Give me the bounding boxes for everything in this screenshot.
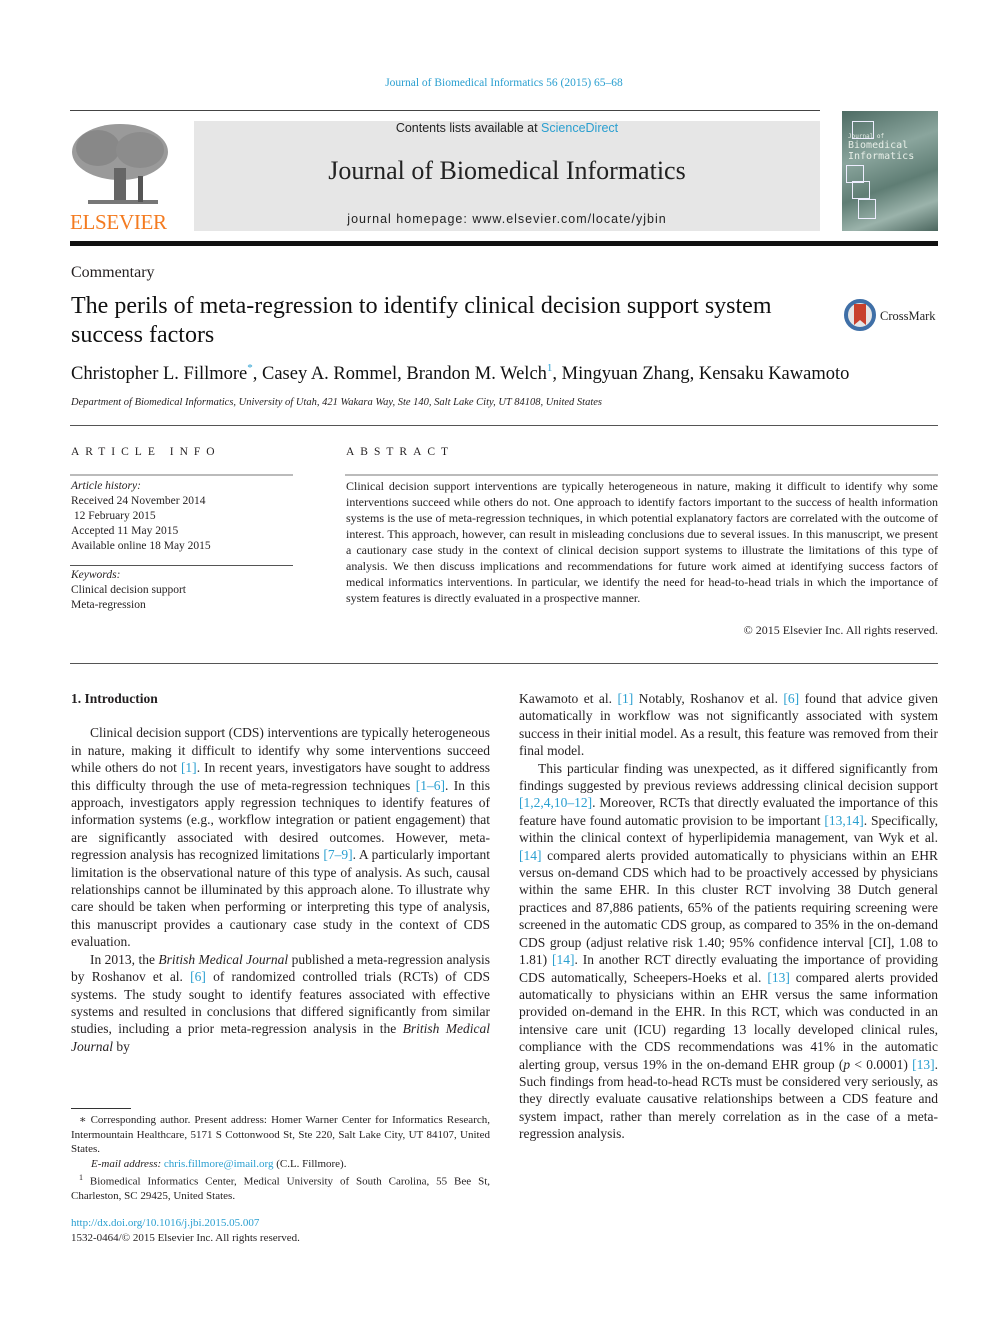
history-entry: Accepted 11 May 2015	[71, 525, 179, 537]
left-paragraphs: Clinical decision support (CDS) interven…	[71, 724, 490, 1055]
citation-link[interactable]: [1]	[618, 691, 634, 706]
body-paragraph: In 2013, the British Medical Journal pub…	[71, 951, 490, 1055]
text-run: . A particularly important limitation is…	[71, 847, 490, 950]
history-entry: 12 February 2015	[71, 510, 156, 522]
footnote-email: E-mail address: chris.fillmore@imail.org…	[71, 1157, 490, 1172]
text-run: In 2013, the	[90, 951, 159, 967]
homepage-prefix: journal homepage:	[347, 212, 473, 226]
citation-link[interactable]: [1,2,4,10–12]	[519, 795, 592, 810]
text-run: by	[113, 1038, 130, 1054]
body-column-right: Kawamoto et al. [1] Notably, Roshanov et…	[519, 690, 938, 1143]
keyword: Clinical decision support	[71, 584, 186, 596]
cover-decoration	[858, 199, 876, 219]
keywords-label: Keywords:	[71, 569, 121, 581]
author-mark[interactable]: 1	[547, 362, 553, 374]
history-entry: Available online 18 May 2015	[71, 540, 211, 552]
citation-link[interactable]: [6]	[190, 969, 206, 984]
article-info-heading: ARTICLE INFO	[71, 446, 221, 458]
doi-block: http://dx.doi.org/10.1016/j.jbi.2015.05.…	[71, 1216, 300, 1245]
divider	[345, 474, 938, 476]
divider	[70, 474, 293, 476]
journal-reference[interactable]: Journal of Biomedical Informatics 56 (20…	[0, 77, 992, 89]
text-run: Notably, Roshanov et al.	[633, 691, 784, 706]
text-run: < 0.0001)	[850, 1056, 913, 1072]
right-paragraphs: Kawamoto et al. [1] Notably, Roshanov et…	[519, 690, 938, 1143]
citation-link[interactable]: [14]	[552, 952, 575, 967]
article-type: Commentary	[71, 264, 155, 281]
affiliation: Department of Biomedical Informatics, Un…	[71, 397, 602, 408]
abstract-text: Clinical decision support interventions …	[346, 479, 938, 605]
cover-title-line2: Informatics	[848, 151, 915, 162]
citation-link[interactable]: [13]	[912, 1057, 935, 1072]
header-thick-divider	[70, 241, 938, 246]
journal-title: Journal of Biomedical Informatics	[328, 156, 686, 185]
author-list: Christopher L. Fillmore*, Casey A. Romme…	[71, 362, 850, 384]
email-label: E-mail address:	[91, 1157, 162, 1170]
crossmark-icon[interactable]	[843, 298, 877, 332]
issn-copyright: 1532-0464/© 2015 Elsevier Inc. All right…	[71, 1231, 300, 1244]
cover-title-line1: Biomedical	[848, 140, 909, 151]
homepage-url[interactable]: www.elsevier.com/locate/yjbin	[472, 212, 666, 226]
journal-homepage: journal homepage: www.elsevier.com/locat…	[194, 212, 820, 226]
footnote-divider	[71, 1108, 131, 1109]
journal-cover-image: Journal of Biomedical Informatics	[842, 111, 938, 231]
cover-title: Journal of Biomedical Informatics	[848, 133, 914, 162]
text-run: compared alerts provided automatically t…	[519, 847, 938, 968]
body-paragraph: Kawamoto et al. [1] Notably, Roshanov et…	[519, 690, 938, 760]
keywords: Keywords: Clinical decision support Meta…	[71, 568, 186, 613]
divider	[70, 425, 938, 426]
section-heading: 1. Introduction	[71, 691, 158, 706]
citation-link[interactable]: [13]	[767, 970, 790, 985]
author-mark[interactable]: *	[247, 362, 253, 374]
author-name[interactable]: Kensaku Kawamoto	[699, 364, 850, 384]
cover-decoration	[852, 181, 870, 199]
body-paragraph: Clinical decision support (CDS) interven…	[71, 724, 490, 950]
divider	[70, 663, 938, 664]
author-name[interactable]: Christopher L. Fillmore	[71, 364, 247, 384]
history-entry: Received 24 November 2014	[71, 495, 206, 507]
body-paragraph: This particular finding was unexpected, …	[519, 760, 938, 1143]
citation-link[interactable]: [6]	[783, 691, 799, 706]
divider	[70, 565, 293, 566]
elsevier-wordmark: ELSEVIER	[70, 210, 167, 234]
text-run: Kawamoto et al.	[519, 691, 618, 706]
sciencedirect-link[interactable]: ScienceDirect	[541, 121, 618, 135]
contents-line: Contents lists available at ScienceDirec…	[194, 121, 820, 135]
author-name[interactable]: Mingyuan Zhang	[562, 364, 690, 384]
footnote-corresponding: ∗ Corresponding author. Present address:…	[71, 1114, 490, 1155]
text-run: This particular finding was unexpected, …	[519, 760, 938, 794]
citation-link[interactable]: [7–9]	[323, 847, 352, 862]
footnote-1: 1 Biomedical Informatics Center, Medical…	[71, 1171, 490, 1204]
article-title: The perils of meta-regression to identif…	[71, 293, 772, 348]
body-column-left: 1. Introduction Clinical decision suppor…	[71, 690, 490, 1055]
article-history: Article history: Received 24 November 20…	[71, 479, 211, 554]
author-name[interactable]: Brandon M. Welch	[406, 364, 547, 384]
footnotes: ∗ Corresponding author. Present address:…	[71, 1113, 490, 1204]
crossmark-label[interactable]: CrossMark	[880, 309, 936, 324]
citation-link[interactable]: [14]	[519, 848, 542, 863]
contents-prefix: Contents lists available at	[395, 121, 542, 135]
doi-link[interactable]: http://dx.doi.org/10.1016/j.jbi.2015.05.…	[71, 1217, 259, 1229]
citation-link[interactable]: [1–6]	[416, 778, 445, 793]
footnote-1-text: Biomedical Informatics Center, Medical U…	[71, 1175, 490, 1203]
cover-subtitle: Journal of	[848, 133, 885, 140]
article-history-label: Article history:	[71, 480, 141, 492]
top-divider	[70, 110, 820, 111]
citation-link[interactable]: [1]	[181, 760, 197, 775]
citation-link[interactable]: [13,14]	[824, 813, 863, 828]
italic-text: British Medical Journal	[158, 951, 289, 967]
email-link[interactable]: chris.fillmore@imail.org	[164, 1158, 274, 1170]
abstract-copyright: © 2015 Elsevier Inc. All rights reserved…	[743, 623, 938, 637]
abstract-heading: ABSTRACT	[346, 446, 455, 458]
author-name[interactable]: Casey A. Rommel	[262, 364, 397, 384]
keyword: Meta-regression	[71, 599, 146, 611]
email-suffix: (C.L. Fillmore).	[273, 1157, 347, 1170]
